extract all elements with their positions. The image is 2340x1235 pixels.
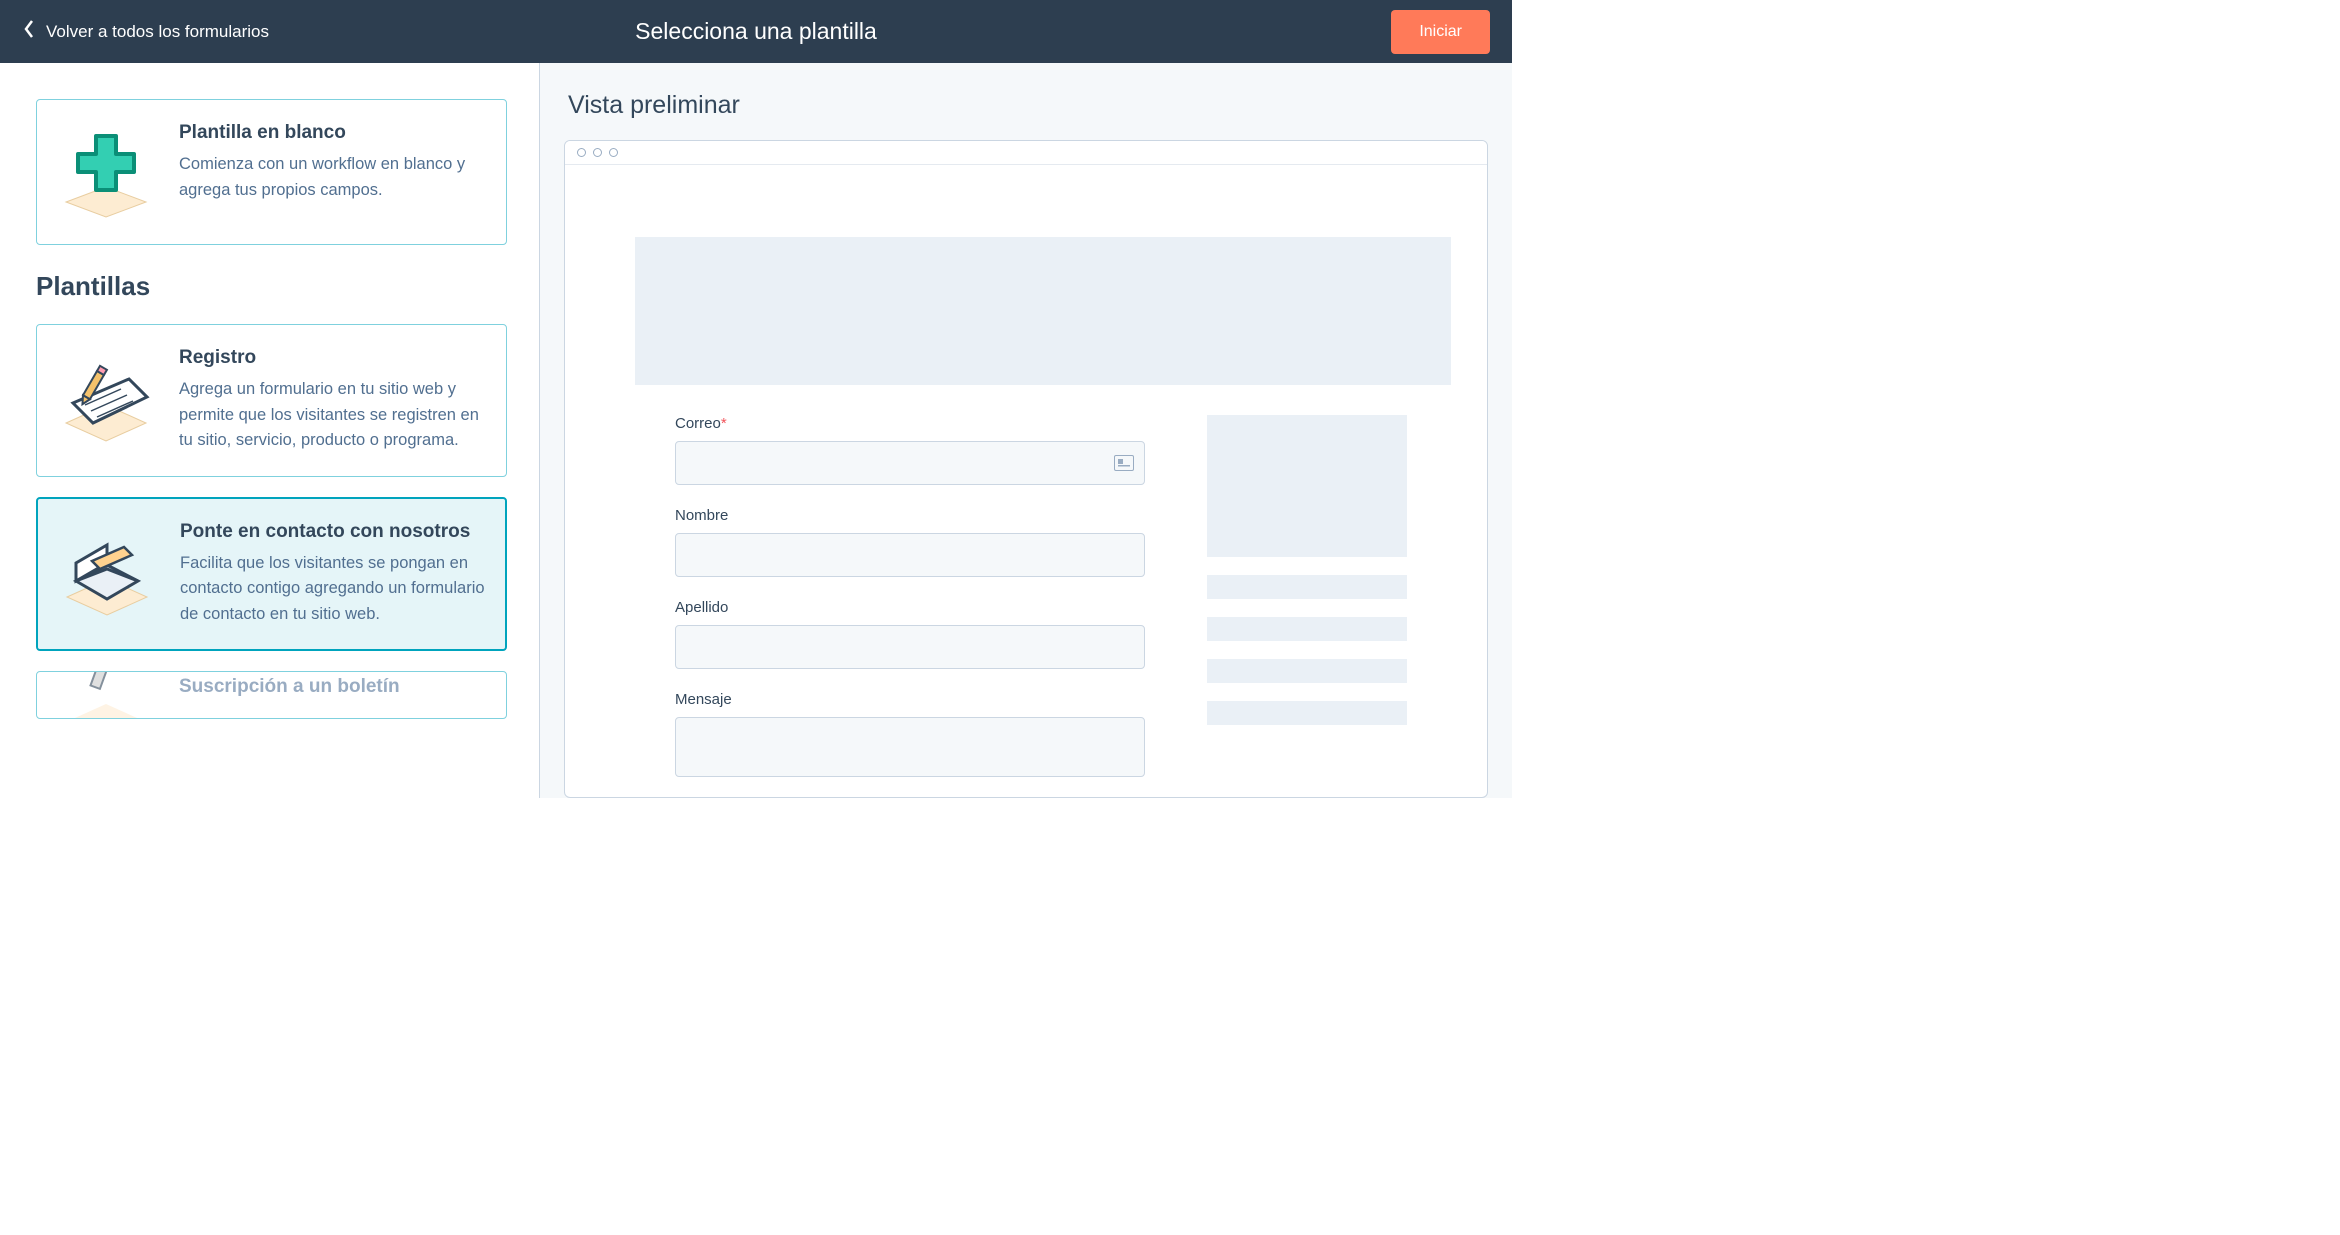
card-title: Registro — [179, 347, 486, 369]
template-card-blank[interactable]: Plantilla en blanco Comienza con un work… — [36, 99, 507, 245]
firstname-input[interactable] — [675, 533, 1145, 577]
plus-isometric-icon — [51, 122, 161, 222]
card-title: Suscripción a un boletín — [179, 676, 486, 698]
templates-heading: Plantillas — [36, 271, 507, 302]
email-input[interactable] — [675, 441, 1145, 485]
template-card-registration[interactable]: Registro Agrega un formulario en tu siti… — [36, 324, 507, 477]
lastname-input[interactable] — [675, 625, 1145, 669]
preview-browser-frame: Correo* Nombre Apellido — [564, 140, 1488, 798]
window-dot-icon — [577, 148, 586, 157]
hero-placeholder — [635, 237, 1451, 385]
card-desc: Agrega un formulario en tu sitio web y p… — [179, 377, 486, 454]
browser-chrome — [565, 141, 1487, 165]
message-textarea[interactable] — [675, 717, 1145, 777]
preview-form: Correo* Nombre Apellido — [675, 415, 1145, 797]
card-desc: Facilita que los visitantes se pongan en… — [180, 551, 485, 628]
required-asterisk: * — [721, 415, 727, 432]
template-card-newsletter[interactable]: Suscripción a un boletín — [36, 671, 507, 719]
preview-panel: Vista preliminar Correo* — [540, 63, 1512, 798]
envelope-icon — [52, 521, 162, 621]
newsletter-icon — [51, 676, 161, 716]
card-title: Plantilla en blanco — [179, 122, 486, 144]
lastname-label: Apellido — [675, 599, 1145, 616]
sidebar-placeholder — [1207, 701, 1407, 725]
message-label: Mensaje — [675, 691, 1145, 708]
email-label-text: Correo — [675, 415, 721, 432]
sidebar-placeholder — [1207, 617, 1407, 641]
preview-sidebar — [1207, 415, 1407, 797]
top-bar: Volver a todos los formularios Seleccion… — [0, 0, 1512, 63]
start-button[interactable]: Iniciar — [1391, 10, 1490, 54]
chevron-left-icon — [22, 18, 36, 45]
window-dot-icon — [609, 148, 618, 157]
page-title: Selecciona una plantilla — [635, 18, 877, 45]
card-desc: Comienza con un workflow en blanco y agr… — [179, 152, 486, 203]
firstname-label: Nombre — [675, 507, 1145, 524]
sidebar-placeholder — [1207, 575, 1407, 599]
template-card-contact-us[interactable]: Ponte en contacto con nosotros Facilita … — [36, 497, 507, 652]
preview-heading: Vista preliminar — [568, 91, 1488, 120]
window-dot-icon — [593, 148, 602, 157]
back-label: Volver a todos los formularios — [46, 22, 269, 42]
back-link[interactable]: Volver a todos los formularios — [22, 18, 269, 45]
template-list: Plantilla en blanco Comienza con un work… — [0, 63, 540, 798]
main-layout: Plantilla en blanco Comienza con un work… — [0, 63, 1512, 798]
sidebar-placeholder — [1207, 415, 1407, 557]
signup-sheet-icon — [51, 347, 161, 447]
email-label: Correo* — [675, 415, 1145, 432]
sidebar-placeholder — [1207, 659, 1407, 683]
preview-body: Correo* Nombre Apellido — [565, 165, 1487, 797]
card-title: Ponte en contacto con nosotros — [180, 521, 485, 543]
